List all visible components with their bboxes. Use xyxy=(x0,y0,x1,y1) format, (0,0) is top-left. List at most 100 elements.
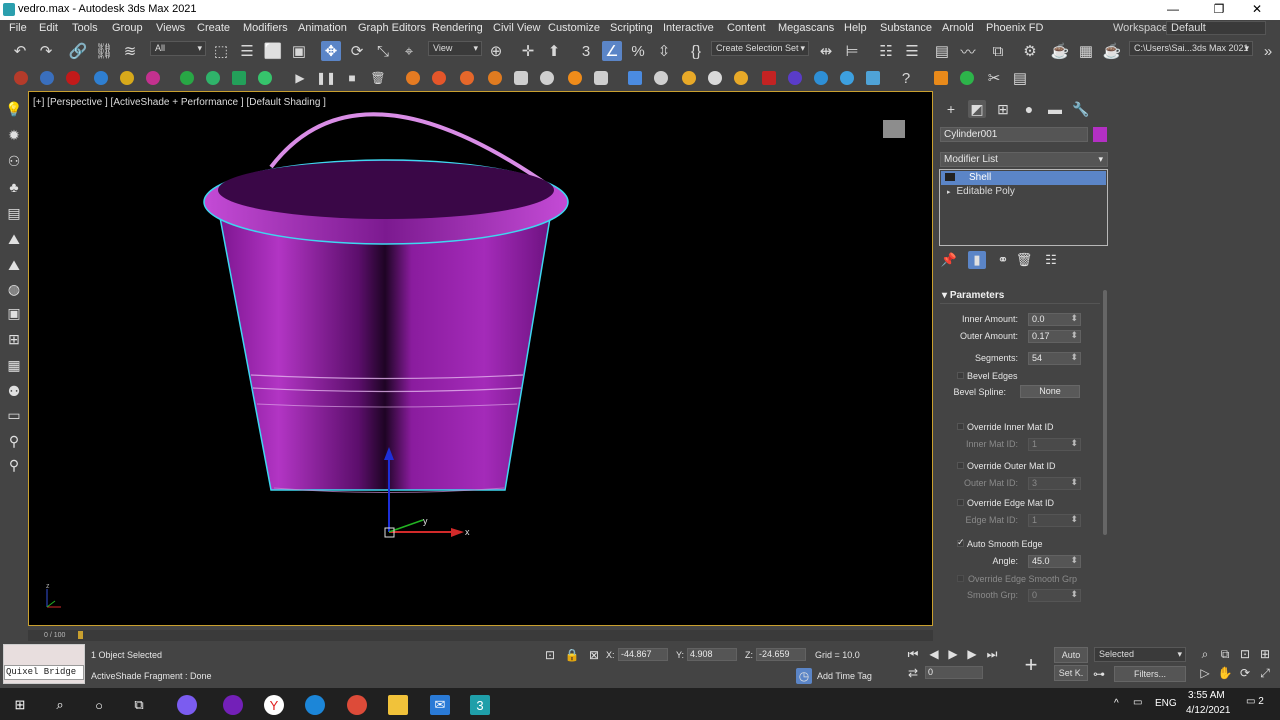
select-manipulate-icon[interactable]: ✛ xyxy=(518,41,538,61)
sphere-dark-red-icon[interactable] xyxy=(66,71,80,85)
menu-group[interactable]: Group xyxy=(112,22,143,34)
render-production-icon[interactable]: ☕ xyxy=(1102,41,1122,61)
bowl-icon[interactable] xyxy=(708,71,722,85)
placement-icon[interactable]: ⌖ xyxy=(399,41,419,61)
auto-smooth-checkbox[interactable] xyxy=(957,537,965,548)
maximize-viewport-icon[interactable]: ⤢ xyxy=(1257,665,1273,681)
ring-icon[interactable]: ◍ xyxy=(4,279,24,299)
clock-date[interactable]: 4/12/2021 xyxy=(1186,705,1231,716)
zoom-icon[interactable]: ⌕ xyxy=(1197,646,1213,662)
command-panel-scrollbar[interactable] xyxy=(1103,290,1107,535)
pan-icon[interactable]: ✋ xyxy=(1217,665,1233,681)
link-icon[interactable]: 🔗 xyxy=(68,41,88,61)
rock-icon[interactable]: ⛰ xyxy=(4,229,24,249)
create-key-plus-icon[interactable]: + xyxy=(1018,652,1044,677)
time-tag-icon[interactable]: ◷ xyxy=(796,668,812,684)
menu-file[interactable]: File xyxy=(9,22,27,34)
percent-snap-icon[interactable]: % xyxy=(628,41,648,61)
fp-icon[interactable] xyxy=(934,71,948,85)
previous-frame-icon[interactable]: ◀ xyxy=(926,646,942,662)
menu-substance[interactable]: Substance xyxy=(880,22,932,34)
align-icon[interactable]: ⊨ xyxy=(842,41,862,61)
cup-icon[interactable] xyxy=(540,71,554,85)
menu-civil-view[interactable]: Civil View xyxy=(493,22,540,34)
named-selection-dropdown[interactable]: Create Selection Set xyxy=(711,41,809,56)
outer-mat-spinner[interactable]: 3 xyxy=(1028,477,1081,490)
burst-green-icon[interactable] xyxy=(258,71,272,85)
cortana-icon[interactable]: ○ xyxy=(89,695,109,715)
panel-icon[interactable]: ▣ xyxy=(4,303,24,323)
toggle-ribbon-icon[interactable]: ▤ xyxy=(932,41,952,61)
blue-drop-icon[interactable] xyxy=(814,71,828,85)
pivot-center-icon[interactable]: ⊕ xyxy=(486,41,506,61)
sphere-blue-icon[interactable] xyxy=(40,71,54,85)
zoom-extents-icon[interactable]: ⊡ xyxy=(1237,646,1253,662)
edit-named-selection-icon[interactable]: {} xyxy=(686,41,706,61)
tree-tool-icon[interactable]: ♣ xyxy=(4,177,24,197)
pause-icon[interactable]: ❚❚ xyxy=(316,68,336,88)
configure-sets-icon[interactable]: ☷ xyxy=(1042,251,1060,269)
select-scale-icon[interactable]: ⤡ xyxy=(373,41,393,61)
inner-mat-spinner[interactable]: 1 xyxy=(1028,438,1081,451)
screen-icon[interactable]: ▭ xyxy=(4,405,24,425)
snaps-toggle-icon[interactable]: 3 xyxy=(576,41,596,61)
spinner-snap-icon[interactable]: ⇳ xyxy=(654,41,674,61)
mail-icon[interactable]: ✉ xyxy=(430,695,450,715)
grid-blue-icon[interactable] xyxy=(628,71,642,85)
selection-filter-dropdown[interactable]: All xyxy=(150,41,206,56)
lamp-icon[interactable]: ⚲ xyxy=(4,455,24,475)
menu-tools[interactable]: Tools xyxy=(72,22,98,34)
flask-icon[interactable] xyxy=(654,71,668,85)
windows-start-icon[interactable]: ⊞ xyxy=(10,695,30,715)
menu-rendering[interactable]: Rendering xyxy=(432,22,483,34)
quixel-bridge-panel[interactable]: Quixel Bridge xyxy=(3,644,85,684)
beer-icon[interactable] xyxy=(682,71,696,85)
go-to-end-icon[interactable]: ⏭ xyxy=(984,646,1000,662)
yandex-browser-icon[interactable]: Y xyxy=(264,695,284,715)
orbit-icon[interactable]: ⟳ xyxy=(1237,665,1253,681)
next-frame-icon[interactable]: ▶ xyxy=(964,646,980,662)
schematic-view-icon[interactable]: ⧉ xyxy=(988,41,1008,61)
notification-icon[interactable]: ▭ 2 xyxy=(1246,696,1264,707)
fish-icon[interactable]: ⚲ xyxy=(4,431,24,451)
stack-item-shell[interactable]: Shell xyxy=(941,171,1106,185)
select-rotate-icon[interactable]: ⟳ xyxy=(347,41,367,61)
override-outer-checkbox[interactable] xyxy=(957,462,964,469)
time-slider-handle[interactable] xyxy=(78,631,83,639)
rect-selection-icon[interactable]: ⬜ xyxy=(263,41,283,61)
perspective-viewport[interactable]: [+] [Perspective ] [ActiveShade + Perfor… xyxy=(28,91,933,626)
menu-edit[interactable]: Edit xyxy=(39,22,58,34)
drop-blue-icon[interactable] xyxy=(94,71,108,85)
outer-amount-spinner[interactable]: 0.17 xyxy=(1028,330,1081,343)
fire-icon-1[interactable] xyxy=(406,71,420,85)
smooth-grp-spinner[interactable]: 0 xyxy=(1028,589,1081,602)
remove-modifier-icon[interactable]: 🗑 xyxy=(1015,251,1033,269)
language-indicator[interactable]: ENG xyxy=(1155,698,1177,709)
auto-key-button[interactable]: Auto xyxy=(1054,647,1088,663)
sphere-red-icon[interactable] xyxy=(14,71,28,85)
media-icon[interactable]: ▦ xyxy=(4,355,24,375)
tree-icon[interactable] xyxy=(960,71,974,85)
reference-coordinate-dropdown[interactable]: View xyxy=(428,41,482,56)
table-icon[interactable]: ▤ xyxy=(1010,68,1030,88)
window-crossing-icon[interactable]: ▣ xyxy=(289,41,309,61)
motion-tab-icon[interactable]: ● xyxy=(1020,100,1038,118)
menu-arnold[interactable]: Arnold xyxy=(942,22,974,34)
absolute-mode-icon[interactable]: ⊠ xyxy=(586,647,602,663)
scene-explorer-icon[interactable]: ☷ xyxy=(876,41,896,61)
menu-graph-editors[interactable]: Graph Editors xyxy=(358,22,426,34)
curve-editor-icon[interactable]: 〰 xyxy=(958,41,978,61)
edge-mat-spinner[interactable]: 1 xyxy=(1028,514,1081,527)
key-filters-button[interactable]: Filters... xyxy=(1114,666,1186,682)
render-setup-icon[interactable]: ☕ xyxy=(1050,41,1070,61)
fire-icon-3[interactable] xyxy=(460,71,474,85)
z-coord-field[interactable]: -24.659 xyxy=(756,648,806,661)
wave-icon[interactable] xyxy=(840,71,854,85)
more-chevron-icon[interactable]: » xyxy=(1258,41,1278,61)
go-to-start-icon[interactable]: ⏮ xyxy=(905,646,921,662)
help-icon[interactable]: ? xyxy=(896,68,916,88)
viewcube[interactable] xyxy=(883,120,905,138)
display-tab-icon[interactable]: ▬ xyxy=(1046,100,1064,118)
object-color-swatch[interactable] xyxy=(1093,127,1107,142)
flame-icon[interactable] xyxy=(568,71,582,85)
